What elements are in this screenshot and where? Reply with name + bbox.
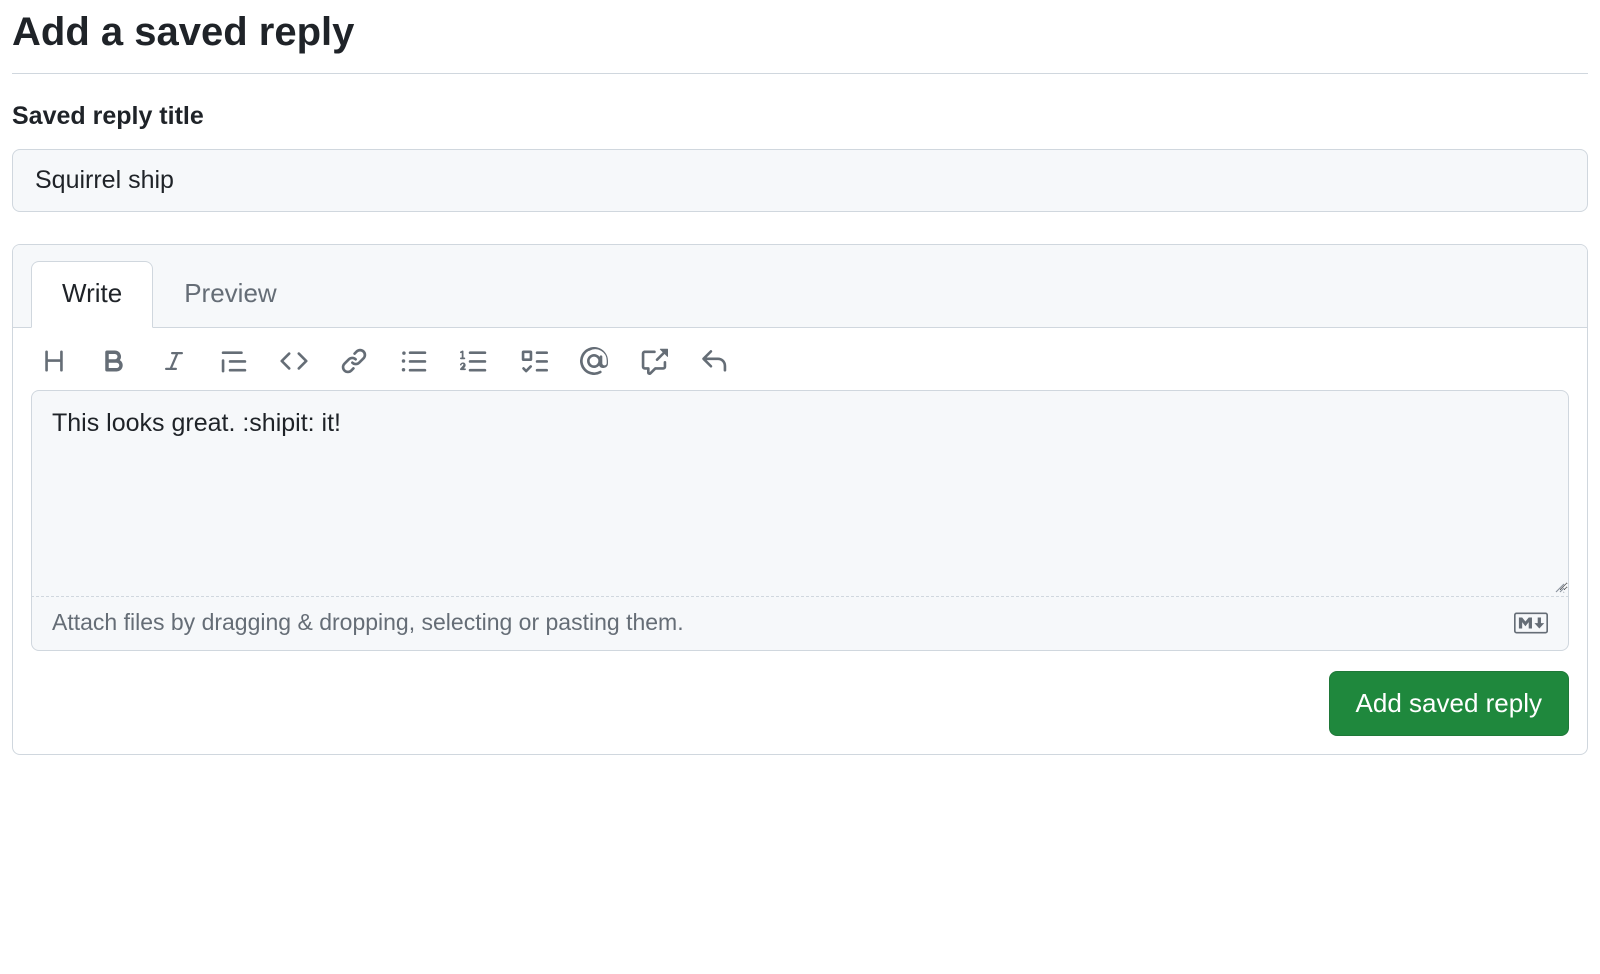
saved-reply-icon[interactable] (699, 346, 729, 376)
mention-icon[interactable] (579, 346, 609, 376)
code-icon[interactable] (279, 346, 309, 376)
add-saved-reply-button[interactable]: Add saved reply (1329, 671, 1569, 736)
link-icon[interactable] (339, 346, 369, 376)
editor-box: Write Preview (12, 244, 1588, 755)
body-textarea[interactable] (32, 391, 1568, 591)
quote-icon[interactable] (219, 346, 249, 376)
unordered-list-icon[interactable] (399, 346, 429, 376)
tasklist-icon[interactable] (519, 346, 549, 376)
heading-icon[interactable] (39, 346, 69, 376)
title-input[interactable] (12, 149, 1588, 212)
tab-preview[interactable]: Preview (153, 261, 307, 327)
bold-icon[interactable] (99, 346, 129, 376)
page-title: Add a saved reply (12, 10, 1588, 74)
editor-tabs: Write Preview (13, 245, 1587, 328)
markdown-icon[interactable] (1514, 612, 1548, 634)
title-label: Saved reply title (12, 102, 1588, 131)
body-field-wrapper (31, 390, 1569, 596)
attach-files-bar[interactable]: Attach files by dragging & dropping, sel… (31, 596, 1569, 651)
ordered-list-icon[interactable] (459, 346, 489, 376)
formatting-toolbar (13, 328, 1587, 390)
attach-hint-text: Attach files by dragging & dropping, sel… (52, 609, 684, 636)
cross-reference-icon[interactable] (639, 346, 669, 376)
italic-icon[interactable] (159, 346, 189, 376)
tab-write[interactable]: Write (31, 261, 153, 328)
